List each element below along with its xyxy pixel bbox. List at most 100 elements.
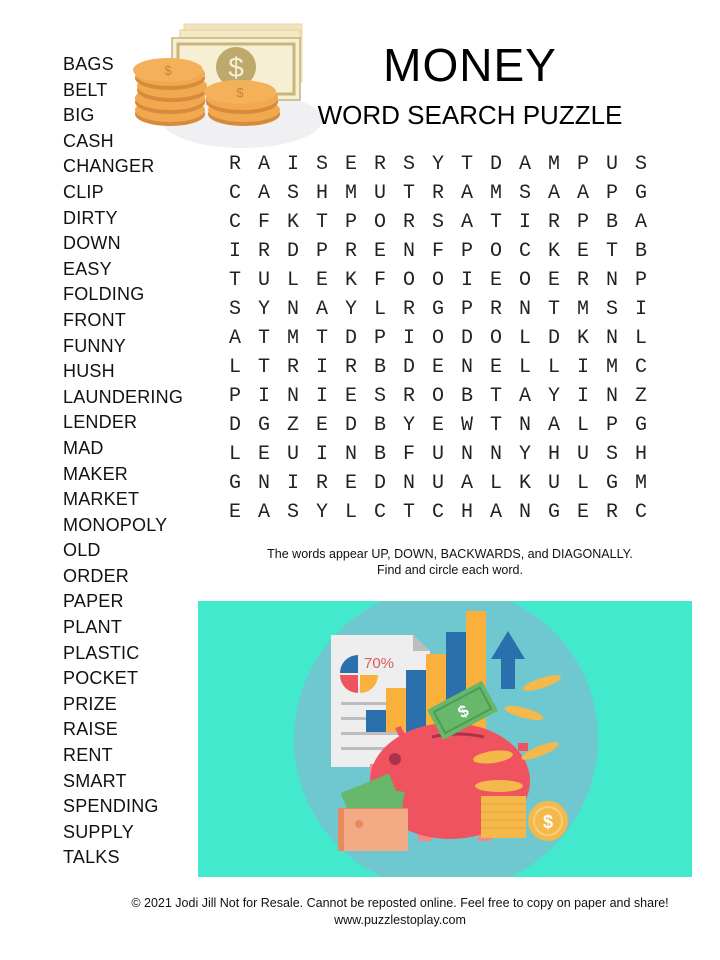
grid-cell[interactable]: T <box>258 353 287 382</box>
grid-cell[interactable]: L <box>519 324 548 353</box>
grid-cell[interactable]: K <box>287 208 316 237</box>
grid-cell[interactable]: R <box>403 382 432 411</box>
grid-cell[interactable]: A <box>548 179 577 208</box>
grid-cell[interactable]: B <box>374 353 403 382</box>
grid-cell[interactable]: Y <box>345 295 374 324</box>
grid-cell[interactable]: C <box>229 208 258 237</box>
grid-cell[interactable]: C <box>635 498 664 527</box>
grid-cell[interactable]: R <box>577 266 606 295</box>
grid-cell[interactable]: D <box>374 469 403 498</box>
grid-cell[interactable]: A <box>229 324 258 353</box>
grid-cell[interactable]: F <box>403 440 432 469</box>
grid-cell[interactable]: N <box>519 498 548 527</box>
grid-cell[interactable]: C <box>432 498 461 527</box>
grid-cell[interactable]: I <box>577 382 606 411</box>
grid-cell[interactable]: A <box>519 150 548 179</box>
grid-cell[interactable]: D <box>461 324 490 353</box>
grid-cell[interactable]: E <box>316 411 345 440</box>
grid-cell[interactable]: D <box>345 411 374 440</box>
grid-cell[interactable]: F <box>432 237 461 266</box>
grid-cell[interactable]: A <box>461 208 490 237</box>
grid-cell[interactable]: L <box>229 440 258 469</box>
grid-cell[interactable]: F <box>374 266 403 295</box>
grid-cell[interactable]: I <box>316 382 345 411</box>
grid-cell[interactable]: M <box>635 469 664 498</box>
grid-cell[interactable]: H <box>635 440 664 469</box>
grid-cell[interactable]: P <box>606 411 635 440</box>
grid-cell[interactable]: E <box>432 353 461 382</box>
grid-cell[interactable]: N <box>287 295 316 324</box>
grid-cell[interactable]: I <box>519 208 548 237</box>
grid-cell[interactable]: P <box>345 208 374 237</box>
grid-cell[interactable]: R <box>432 179 461 208</box>
grid-cell[interactable]: E <box>374 237 403 266</box>
grid-cell[interactable]: U <box>258 266 287 295</box>
grid-cell[interactable]: E <box>345 382 374 411</box>
grid-cell[interactable]: U <box>606 150 635 179</box>
grid-cell[interactable]: W <box>461 411 490 440</box>
grid-cell[interactable]: R <box>316 469 345 498</box>
grid-cell[interactable]: Z <box>635 382 664 411</box>
grid-cell[interactable]: D <box>548 324 577 353</box>
grid-cell[interactable]: T <box>403 498 432 527</box>
grid-cell[interactable]: E <box>345 469 374 498</box>
grid-cell[interactable]: P <box>635 266 664 295</box>
grid-cell[interactable]: N <box>287 382 316 411</box>
grid-cell[interactable]: Y <box>258 295 287 324</box>
grid-cell[interactable]: O <box>374 208 403 237</box>
grid-cell[interactable]: S <box>316 150 345 179</box>
grid-cell[interactable]: N <box>519 295 548 324</box>
grid-cell[interactable]: R <box>548 208 577 237</box>
grid-cell[interactable]: E <box>316 266 345 295</box>
grid-cell[interactable]: O <box>519 266 548 295</box>
grid-cell[interactable]: S <box>287 179 316 208</box>
grid-cell[interactable]: Y <box>519 440 548 469</box>
grid-cell[interactable]: R <box>403 295 432 324</box>
grid-cell[interactable]: I <box>316 353 345 382</box>
grid-cell[interactable]: I <box>461 266 490 295</box>
grid-cell[interactable]: K <box>345 266 374 295</box>
grid-cell[interactable]: T <box>316 208 345 237</box>
grid-cell[interactable]: A <box>635 208 664 237</box>
grid-cell[interactable]: T <box>461 150 490 179</box>
grid-cell[interactable]: N <box>606 266 635 295</box>
grid-cell[interactable]: T <box>316 324 345 353</box>
grid-cell[interactable]: L <box>519 353 548 382</box>
grid-cell[interactable]: D <box>490 150 519 179</box>
grid-cell[interactable]: M <box>606 353 635 382</box>
grid-cell[interactable]: A <box>461 469 490 498</box>
grid-cell[interactable]: U <box>432 469 461 498</box>
grid-cell[interactable]: U <box>577 440 606 469</box>
grid-cell[interactable]: O <box>490 324 519 353</box>
grid-cell[interactable]: D <box>403 353 432 382</box>
grid-cell[interactable]: B <box>374 411 403 440</box>
grid-cell[interactable]: R <box>374 150 403 179</box>
grid-cell[interactable]: I <box>258 382 287 411</box>
grid-cell[interactable]: P <box>606 179 635 208</box>
grid-cell[interactable]: K <box>577 324 606 353</box>
grid-cell[interactable]: H <box>548 440 577 469</box>
grid-cell[interactable]: P <box>461 237 490 266</box>
grid-cell[interactable]: E <box>258 440 287 469</box>
grid-cell[interactable]: Y <box>316 498 345 527</box>
grid-cell[interactable]: U <box>374 179 403 208</box>
grid-cell[interactable]: P <box>229 382 258 411</box>
grid-cell[interactable]: K <box>548 237 577 266</box>
grid-cell[interactable]: R <box>403 208 432 237</box>
grid-cell[interactable]: F <box>258 208 287 237</box>
grid-cell[interactable]: T <box>490 411 519 440</box>
grid-cell[interactable]: O <box>432 382 461 411</box>
grid-cell[interactable]: M <box>490 179 519 208</box>
grid-cell[interactable]: E <box>577 498 606 527</box>
grid-cell[interactable]: I <box>577 353 606 382</box>
grid-cell[interactable]: N <box>519 411 548 440</box>
grid-cell[interactable]: S <box>374 382 403 411</box>
grid-cell[interactable]: L <box>577 411 606 440</box>
grid-cell[interactable]: S <box>229 295 258 324</box>
grid-cell[interactable]: C <box>519 237 548 266</box>
grid-cell[interactable]: Y <box>432 150 461 179</box>
grid-cell[interactable]: I <box>287 469 316 498</box>
grid-cell[interactable]: T <box>606 237 635 266</box>
grid-cell[interactable]: L <box>345 498 374 527</box>
grid-cell[interactable]: C <box>374 498 403 527</box>
